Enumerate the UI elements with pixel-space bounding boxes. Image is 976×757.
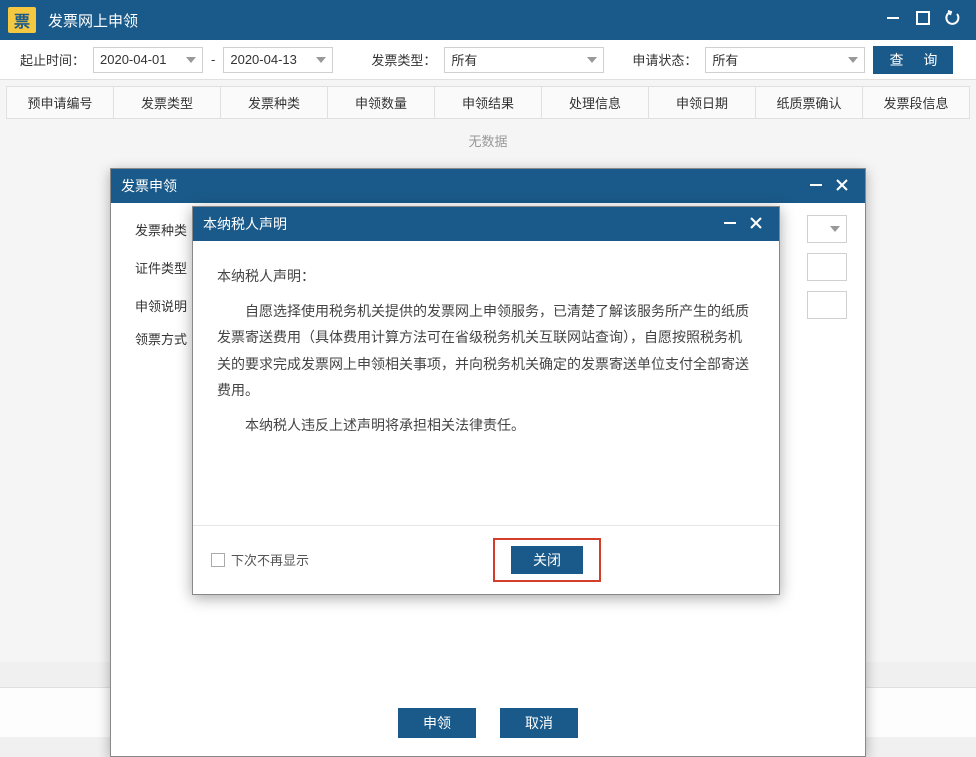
filter-bar: 起止时间： 2020-04-01 - 2020-04-13 发票类型： 所有 申… — [0, 40, 976, 80]
dialog-apply-titlebar: 发票申领 — [111, 169, 865, 203]
dialog-declare-close-x[interactable] — [743, 215, 769, 234]
declare-p3: 本纳税人违反上述声明将承担相关法律责任。 — [217, 412, 755, 439]
dropdown-icon — [587, 57, 597, 63]
close-button-highlight: 关闭 — [493, 538, 601, 582]
minimize-button[interactable] — [878, 9, 908, 32]
dialog-declare-titlebar: 本纳税人声明 — [193, 207, 779, 241]
dialog-taxpayer-declaration: 本纳税人声明 本纳税人声明： 自愿选择使用税务机关提供的发票网上申领服务，已清楚… — [192, 206, 780, 595]
checkbox-label: 下次不再显示 — [231, 550, 309, 569]
label-invoice-kind: 发票种类 — [129, 220, 187, 239]
dropdown-icon — [848, 57, 858, 63]
dropdown-icon — [830, 226, 840, 232]
date-from-value: 2020-04-01 — [100, 52, 167, 67]
checkbox-box — [211, 553, 225, 567]
query-button[interactable]: 查 询 — [873, 46, 953, 74]
date-to-input[interactable]: 2020-04-13 — [223, 47, 333, 73]
col-apply-qty: 申领数量 — [328, 87, 435, 119]
select-right-1[interactable] — [807, 215, 847, 243]
apply-status-value: 所有 — [712, 50, 738, 69]
apply-status-select[interactable]: 所有 — [705, 47, 865, 73]
input-right-3[interactable] — [807, 291, 847, 319]
dialog-declare-footer: 下次不再显示 关闭 — [193, 525, 779, 594]
label-receive-method: 领票方式 — [129, 329, 187, 348]
app-logo: 票 — [8, 7, 36, 33]
date-from-input[interactable]: 2020-04-01 — [93, 47, 203, 73]
maximize-button[interactable] — [908, 9, 938, 32]
dialog-apply-submit[interactable]: 申领 — [398, 708, 476, 738]
back-button[interactable] — [938, 9, 968, 32]
invoice-type-value: 所有 — [451, 50, 477, 69]
col-preapply-no: 预申请编号 — [7, 87, 114, 119]
dialog-apply-minimize[interactable] — [803, 177, 829, 196]
col-process-info: 处理信息 — [542, 87, 649, 119]
col-segment-info: 发票段信息 — [863, 87, 970, 119]
dropdown-icon — [316, 57, 326, 63]
input-right-2[interactable] — [807, 253, 847, 281]
col-apply-result: 申领结果 — [435, 87, 542, 119]
dialog-declare-minimize[interactable] — [717, 215, 743, 234]
dropdown-icon — [186, 57, 196, 63]
dialog-declare-close-button[interactable]: 关闭 — [511, 546, 583, 574]
declare-p1: 本纳税人声明： — [217, 263, 755, 290]
dont-show-again-checkbox[interactable]: 下次不再显示 — [211, 550, 309, 569]
dialog-declare-body: 本纳税人声明： 自愿选择使用税务机关提供的发票网上申领服务，已清楚了解该服务所产… — [193, 241, 779, 525]
declare-p2: 自愿选择使用税务机关提供的发票网上申领服务，已清楚了解该服务所产生的纸质发票寄送… — [217, 298, 755, 404]
no-data-text: 无数据 — [6, 119, 970, 162]
dialog-apply-title: 发票申领 — [121, 176, 803, 196]
col-apply-date: 申领日期 — [649, 87, 756, 119]
dialog-apply-close[interactable] — [829, 177, 855, 196]
invoice-type-select[interactable]: 所有 — [444, 47, 604, 73]
results-table: 预申请编号 发票类型 发票种类 申领数量 申领结果 处理信息 申领日期 纸质票确… — [6, 86, 970, 119]
invoice-type-label: 发票类型： — [371, 50, 436, 69]
window-titlebar: 票 发票网上申领 — [0, 0, 976, 40]
date-range-label: 起止时间： — [20, 50, 85, 69]
col-invoice-kind: 发票种类 — [221, 87, 328, 119]
label-id-type: 证件类型 — [129, 258, 187, 277]
dialog-declare-title: 本纳税人声明 — [203, 214, 717, 234]
window-title: 发票网上申领 — [48, 10, 878, 31]
date-to-value: 2020-04-13 — [230, 52, 297, 67]
label-apply-note: 申领说明 — [129, 296, 187, 315]
apply-status-label: 申请状态： — [632, 50, 697, 69]
col-invoice-type: 发票类型 — [114, 87, 221, 119]
dialog-apply-cancel[interactable]: 取消 — [500, 708, 578, 738]
col-paper-confirm: 纸质票确认 — [756, 87, 863, 119]
